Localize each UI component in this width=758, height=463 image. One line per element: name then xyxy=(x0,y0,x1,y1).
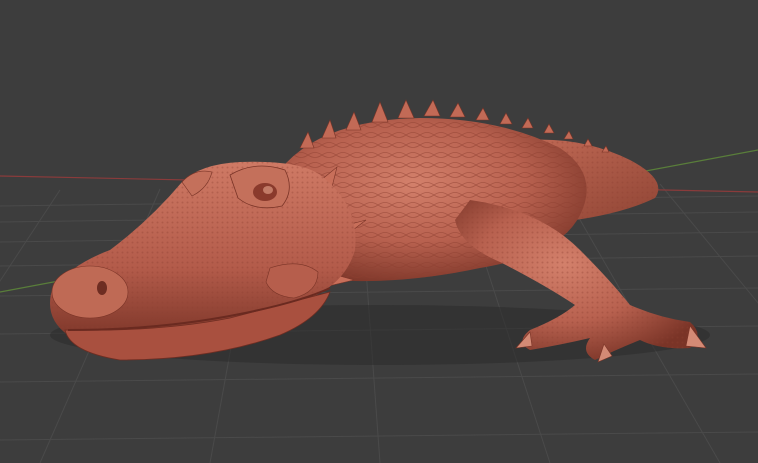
viewport-canvas[interactable] xyxy=(0,0,758,463)
nostril-icon xyxy=(97,281,107,295)
3d-viewport[interactable] xyxy=(0,0,758,463)
snout-tip xyxy=(51,265,129,319)
